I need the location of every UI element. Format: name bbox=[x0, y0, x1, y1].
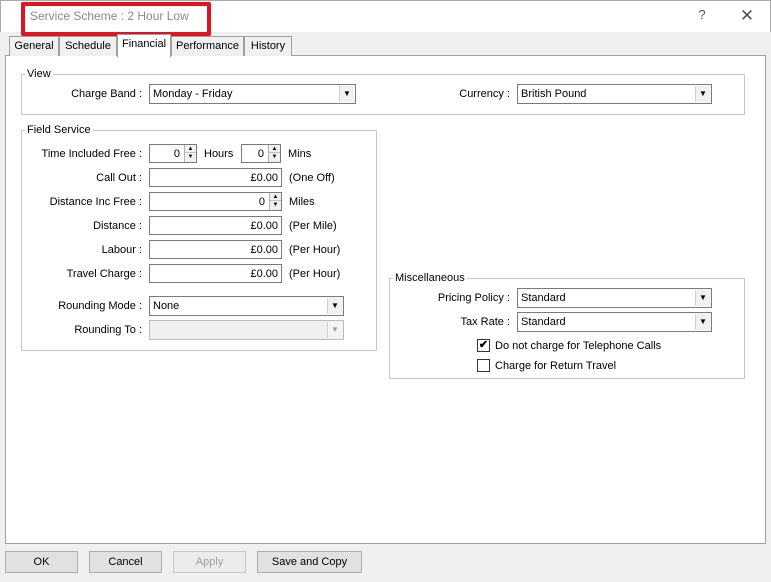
apply-button[interactable]: Apply bbox=[173, 551, 246, 573]
labour-field[interactable]: £0.00 bbox=[149, 240, 282, 259]
rounding-to-select: ▼ bbox=[149, 320, 344, 340]
distance-label: Distance : bbox=[93, 220, 142, 232]
mins-label: Mins bbox=[288, 148, 312, 160]
distance-inc-free-value: 0 bbox=[258, 196, 265, 208]
spin-up-icon[interactable]: ▲ bbox=[185, 145, 196, 153]
rounding-mode-label: Rounding Mode : bbox=[58, 300, 142, 312]
tab-performance[interactable]: Performance bbox=[171, 36, 244, 56]
mins-stepper[interactable]: 0 ▲ ▼ bbox=[241, 144, 281, 163]
hours-label: Hours bbox=[204, 148, 234, 160]
charge-band-value: Monday - Friday bbox=[153, 88, 233, 100]
miscellaneous-group-title: Miscellaneous bbox=[393, 272, 467, 285]
currency-select[interactable]: British Pound ▼ bbox=[517, 84, 712, 104]
chevron-down-icon: ▼ bbox=[327, 322, 342, 338]
spin-down-icon[interactable]: ▼ bbox=[270, 201, 281, 209]
ok-button[interactable]: OK bbox=[5, 551, 78, 573]
labour-suffix: (Per Hour) bbox=[289, 244, 341, 256]
cancel-button[interactable]: Cancel bbox=[89, 551, 162, 573]
pricing-policy-value: Standard bbox=[521, 292, 566, 304]
distance-field[interactable]: £0.00 bbox=[149, 216, 282, 235]
currency-value: British Pound bbox=[521, 88, 587, 100]
tab-history[interactable]: History bbox=[244, 36, 292, 56]
rounding-mode-value: None bbox=[153, 300, 180, 312]
labour-label: Labour : bbox=[101, 244, 142, 256]
distance-inc-free-stepper[interactable]: 0 ▲ ▼ bbox=[149, 192, 282, 211]
mins-value: 0 bbox=[257, 148, 264, 160]
save-and-copy-button[interactable]: Save and Copy bbox=[257, 551, 362, 573]
view-group-title: View bbox=[25, 68, 53, 81]
time-included-free-label: Time Included Free : bbox=[41, 148, 142, 160]
labour-value: £0.00 bbox=[250, 244, 278, 256]
chevron-down-icon[interactable]: ▼ bbox=[327, 298, 342, 314]
tax-rate-label: Tax Rate : bbox=[460, 316, 510, 328]
distance-value: £0.00 bbox=[250, 220, 278, 232]
title-highlight-box bbox=[21, 2, 211, 36]
travel-charge-suffix: (Per Hour) bbox=[289, 268, 341, 280]
help-button[interactable]: ? bbox=[692, 7, 712, 25]
spin-down-icon[interactable]: ▼ bbox=[185, 153, 196, 161]
distance-inc-free-label: Distance Inc Free : bbox=[49, 196, 142, 208]
hours-value: 0 bbox=[173, 148, 180, 160]
tab-financial[interactable]: Financial bbox=[117, 34, 171, 57]
pricing-policy-label: Pricing Policy : bbox=[437, 292, 510, 304]
field-service-group-title: Field Service bbox=[25, 124, 93, 137]
travel-charge-field[interactable]: £0.00 bbox=[149, 264, 282, 283]
currency-label: Currency : bbox=[459, 88, 510, 100]
distance-inc-free-suffix: Miles bbox=[289, 196, 315, 208]
hours-spin[interactable]: ▲ ▼ bbox=[184, 145, 196, 162]
hours-stepper[interactable]: 0 ▲ ▼ bbox=[149, 144, 197, 163]
call-out-suffix: (One Off) bbox=[289, 172, 335, 184]
spin-up-icon[interactable]: ▲ bbox=[270, 193, 281, 201]
charge-band-label: Charge Band : bbox=[71, 88, 142, 100]
no-phone-charge-label: Do not charge for Telephone Calls bbox=[495, 340, 662, 352]
charge-band-select[interactable]: Monday - Friday ▼ bbox=[149, 84, 356, 104]
distance-suffix: (Per Mile) bbox=[289, 220, 337, 232]
no-phone-charge-checkbox[interactable]: ✔ bbox=[477, 339, 490, 352]
tax-rate-select[interactable]: Standard ▼ bbox=[517, 312, 712, 332]
tab-strip: General Schedule Financial Performance H… bbox=[5, 34, 765, 57]
spin-down-icon[interactable]: ▼ bbox=[269, 153, 280, 161]
call-out-value: £0.00 bbox=[250, 172, 278, 184]
distance-spin[interactable]: ▲ ▼ bbox=[269, 193, 281, 210]
call-out-label: Call Out : bbox=[96, 172, 142, 184]
close-icon[interactable]: ✕ bbox=[736, 5, 758, 27]
mins-spin[interactable]: ▲ ▼ bbox=[268, 145, 280, 162]
pricing-policy-select[interactable]: Standard ▼ bbox=[517, 288, 712, 308]
call-out-field[interactable]: £0.00 bbox=[149, 168, 282, 187]
tab-general[interactable]: General bbox=[9, 36, 59, 56]
return-travel-checkbox[interactable] bbox=[477, 359, 490, 372]
spin-up-icon[interactable]: ▲ bbox=[269, 145, 280, 153]
chevron-down-icon[interactable]: ▼ bbox=[339, 86, 354, 102]
chevron-down-icon[interactable]: ▼ bbox=[695, 290, 710, 306]
return-travel-label: Charge for Return Travel bbox=[495, 360, 617, 372]
tax-rate-value: Standard bbox=[521, 316, 566, 328]
rounding-to-label: Rounding To : bbox=[74, 324, 142, 336]
chevron-down-icon[interactable]: ▼ bbox=[695, 314, 710, 330]
tab-schedule[interactable]: Schedule bbox=[59, 36, 117, 56]
chevron-down-icon[interactable]: ▼ bbox=[695, 86, 710, 102]
travel-charge-label: Travel Charge : bbox=[66, 268, 142, 280]
rounding-mode-select[interactable]: None ▼ bbox=[149, 296, 344, 316]
travel-charge-value: £0.00 bbox=[250, 268, 278, 280]
